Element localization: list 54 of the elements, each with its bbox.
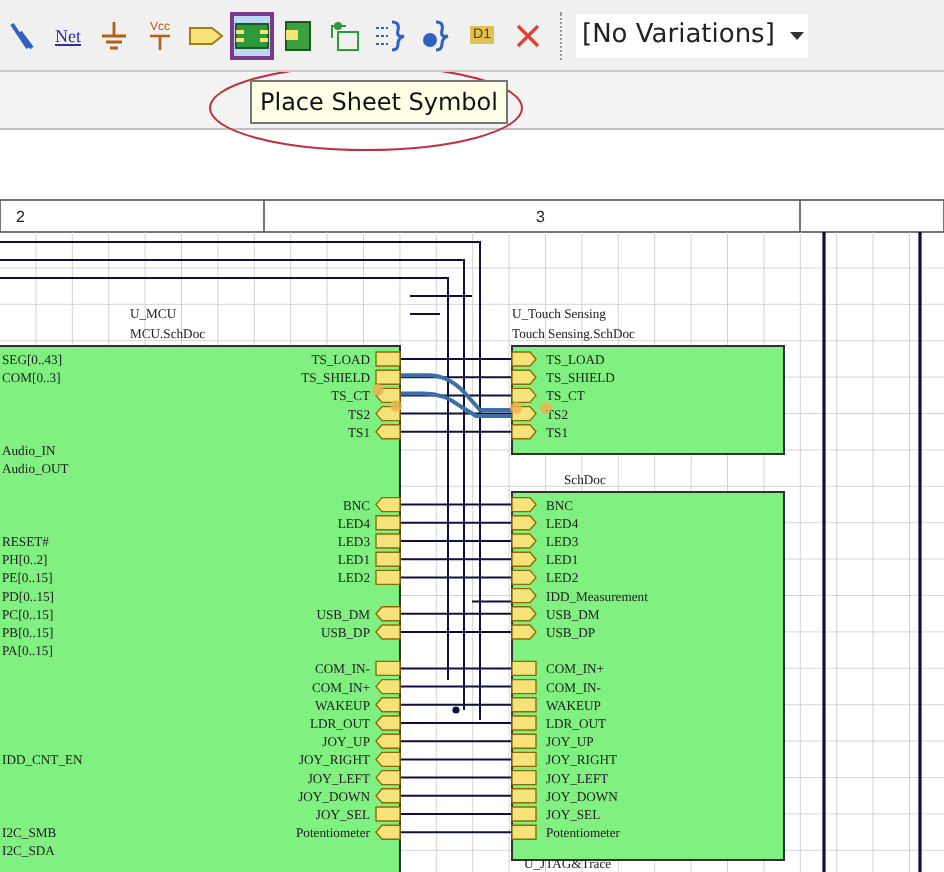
sheet-symbol-tool-button[interactable] (230, 11, 274, 59)
sheet-symbol[interactable] (0, 345, 401, 872)
sheet-entry[interactable] (511, 587, 537, 604)
cross-probe-marker (540, 402, 552, 414)
zone-number: 2 (16, 208, 25, 226)
sheet-entry[interactable] (511, 660, 537, 677)
sheet-entry[interactable] (375, 551, 401, 567)
sheet-symbol[interactable] (511, 491, 785, 861)
sheet-entry[interactable] (511, 351, 537, 367)
tooltip: Place Sheet Symbol (250, 80, 508, 124)
sheet-entry[interactable] (511, 788, 537, 804)
cross-probe-marker (372, 384, 384, 396)
sheet-entry[interactable] (511, 424, 537, 440)
sheet-entry[interactable] (375, 533, 401, 549)
power-symbol-icon (148, 33, 172, 49)
sheet-entry[interactable] (511, 387, 537, 404)
device-sheet-icon (328, 19, 360, 51)
sheet-entry[interactable] (511, 769, 537, 786)
sheet-entry[interactable] (511, 806, 537, 822)
sheet-entry[interactable] (511, 678, 537, 695)
sheet-entry[interactable] (511, 697, 537, 713)
sheet-symbol-icon (234, 21, 270, 49)
net-label-tool-button[interactable]: Net (46, 11, 90, 59)
wire-icon (8, 19, 36, 51)
sheet-entry[interactable] (375, 369, 401, 385)
variations-dropdown[interactable]: [No Variations] (576, 13, 808, 57)
sheet-entry[interactable] (511, 824, 537, 840)
cross-probe-marker (510, 402, 522, 414)
sheet-entry-icon (284, 19, 312, 51)
sheet-symbol[interactable] (511, 345, 785, 455)
sheet-entry[interactable] (511, 733, 537, 749)
caret-icon (790, 31, 804, 39)
cross-probe-marker (390, 400, 402, 412)
sheet-entry[interactable] (511, 496, 537, 513)
harness-entry-icon (420, 19, 452, 51)
sheet-entry[interactable] (511, 533, 537, 549)
sheet-entry[interactable] (511, 551, 537, 567)
zone-number: 3 (536, 208, 545, 226)
cross-icon (514, 21, 542, 49)
sheet-entry[interactable] (511, 569, 537, 586)
ground-icon (100, 19, 128, 51)
sheet-entry[interactable] (511, 369, 537, 385)
sheet-entry[interactable] (375, 806, 401, 822)
sheet-entry[interactable] (511, 515, 537, 531)
sheet-entry[interactable] (375, 515, 401, 531)
sheet-entry[interactable] (375, 660, 401, 677)
port-icon (188, 21, 224, 49)
sheet-entry[interactable] (511, 715, 537, 731)
sheet-entry[interactable] (511, 624, 537, 640)
brace-icon (374, 19, 406, 51)
sheet-entry[interactable] (375, 569, 401, 586)
sheet-entry[interactable] (511, 751, 537, 768)
sheet-entry[interactable] (375, 351, 401, 367)
sheet-entry[interactable] (511, 606, 537, 622)
